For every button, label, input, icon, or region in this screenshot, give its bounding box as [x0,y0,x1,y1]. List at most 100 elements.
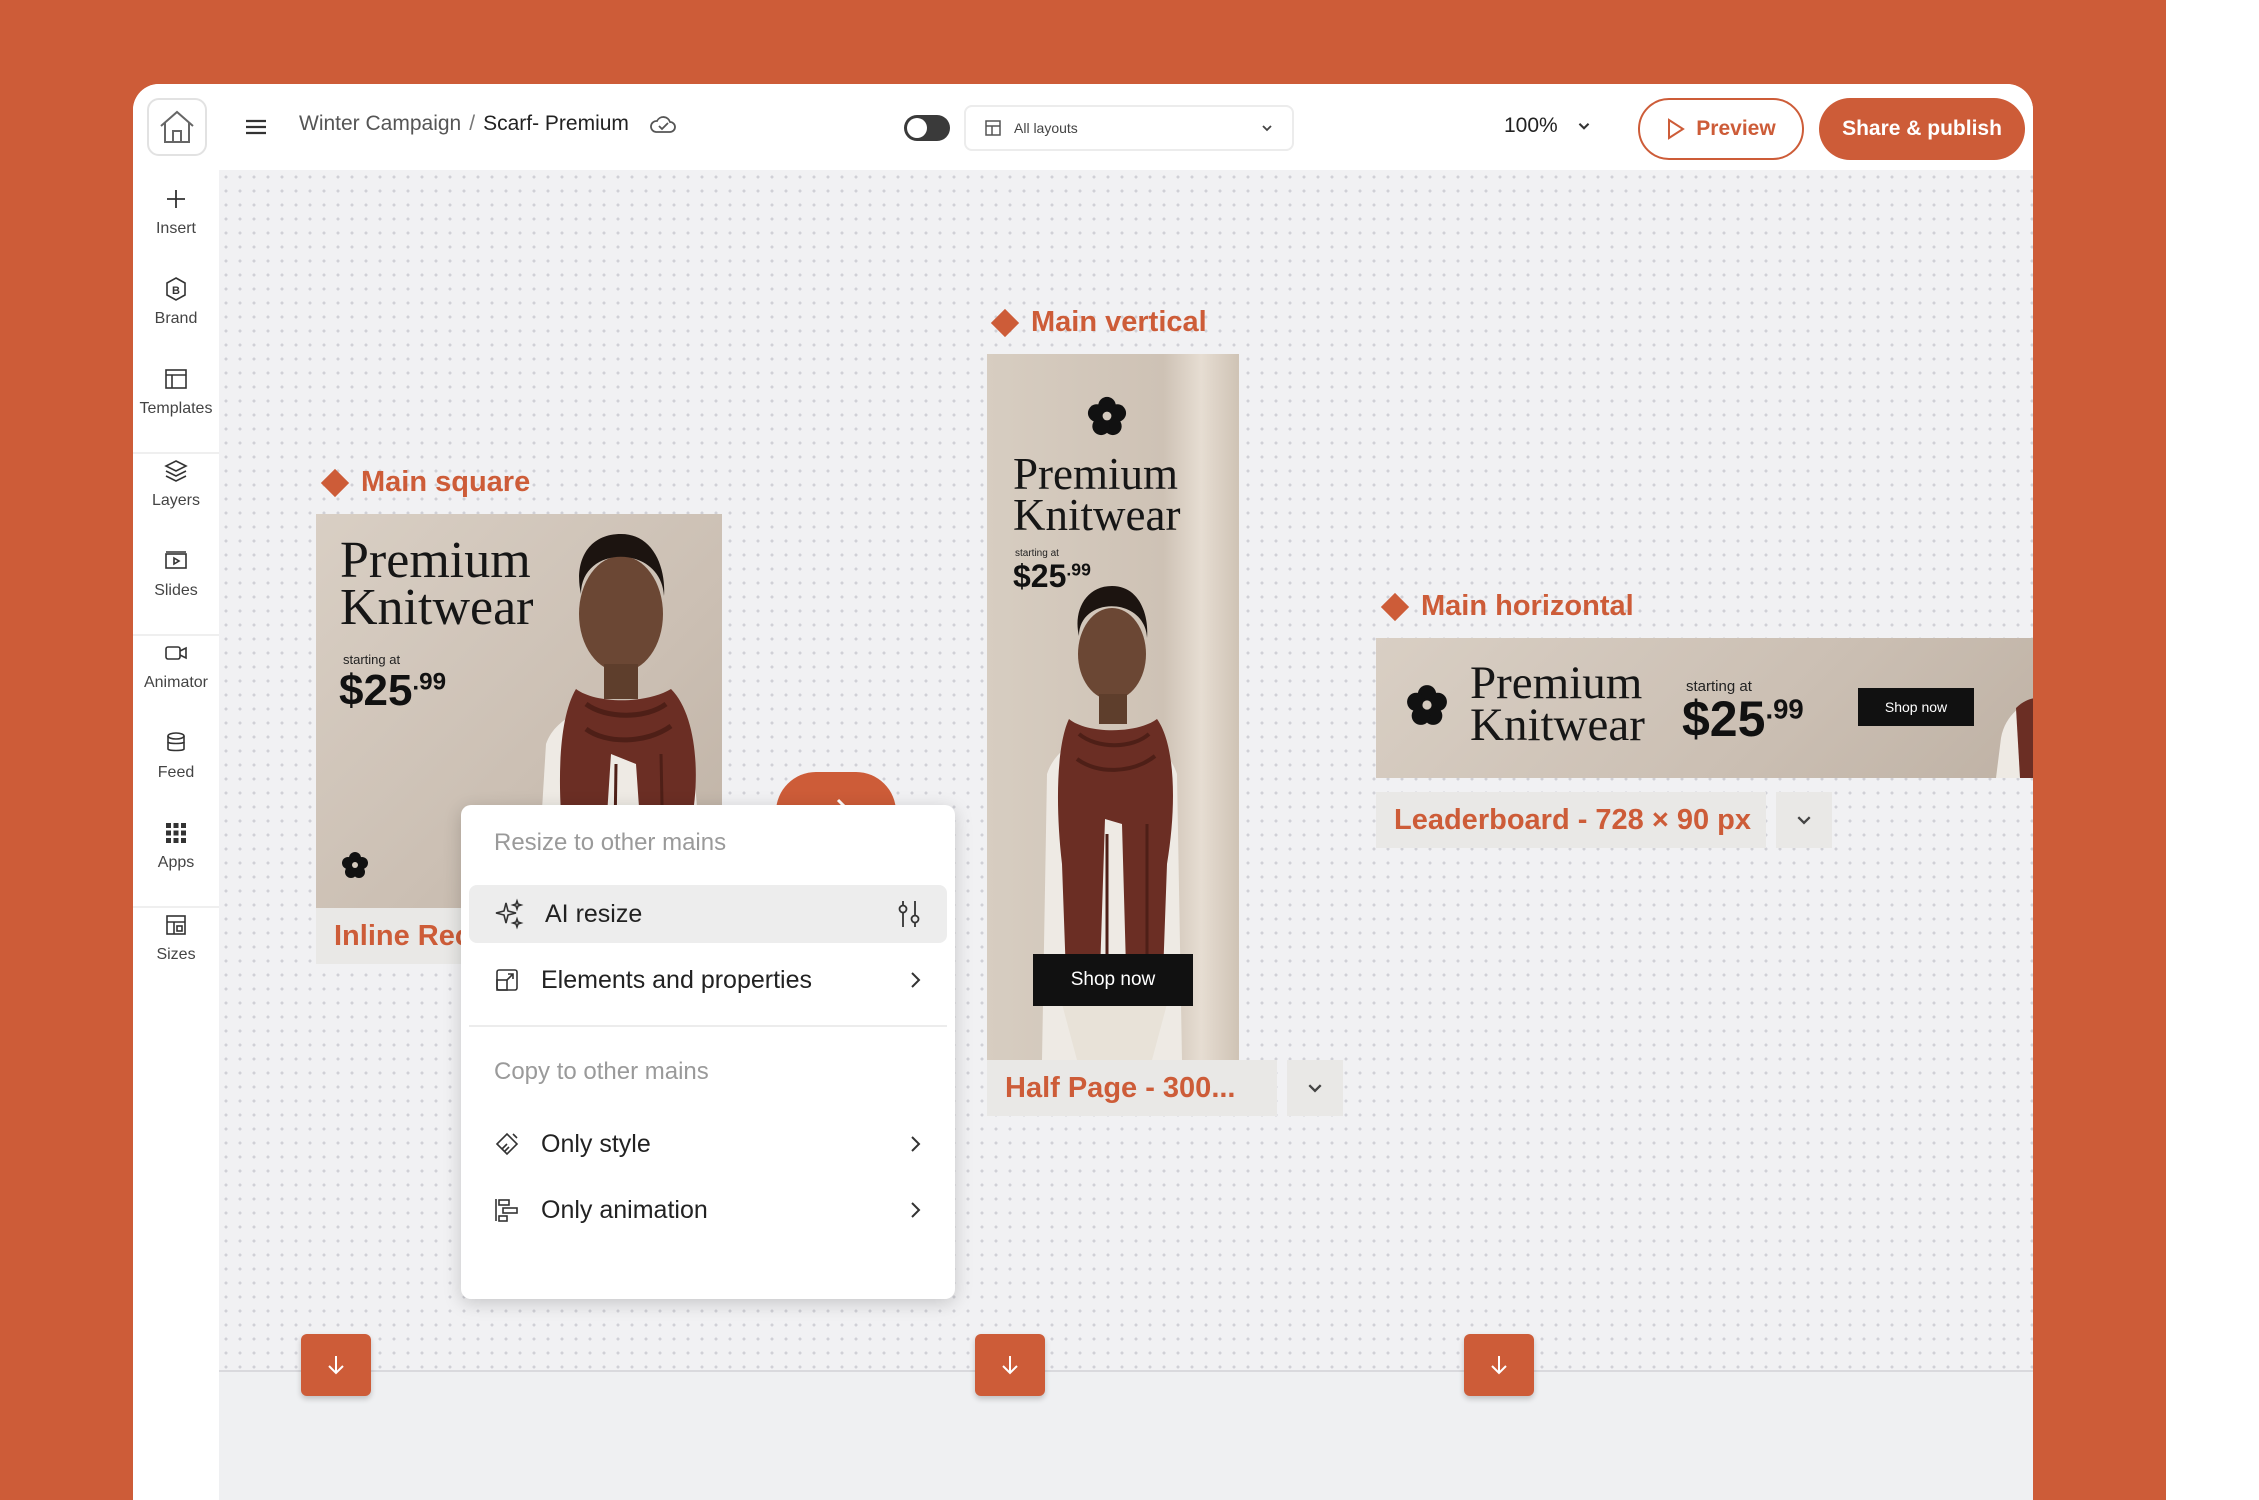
hamburger-menu-icon[interactable] [243,114,269,140]
chevron-down-icon [1797,816,1811,825]
main-vertical-label: Main vertical [1031,306,1207,338]
arrow-down-icon [328,1356,344,1375]
ai-resize-label: AI resize [545,899,643,928]
main-horizontal-label: Main horizontal [1421,590,1634,622]
menu-item-ai-resize[interactable]: AI resize [469,885,947,943]
sidebar-item-brand[interactable]: B Brand [133,276,219,328]
zoom-select[interactable]: 100% [1504,114,1592,138]
vertical-headline: Premium Knitwear [1013,449,1180,537]
brand-icon: B [166,277,186,301]
diamond-icon [990,308,1020,337]
vertical-expand-down-button[interactable] [975,1334,1045,1396]
horizontal-size-label[interactable]: Leaderboard - 728 × 90 px [1376,792,1766,848]
flower-logo-icon [1407,685,1447,725]
view-toggle[interactable] [904,115,950,141]
headline-line-2: Knitwear [1470,699,1645,752]
sidebar-item-label: Slides [154,582,198,599]
sidebar-item-sizes[interactable]: Sizes [133,912,219,964]
sidebar-divider [133,906,219,908]
sidebar-item-animator[interactable]: Animator [133,640,219,692]
brush-icon [495,1132,519,1156]
headline-line-1: Premium [1470,657,1643,709]
slides-icon [165,551,187,569]
main-square-title: Main square [320,466,531,499]
headline-line-1: Premium [340,532,531,589]
sliders-icon[interactable] [895,898,923,930]
vertical-shop-now-button[interactable]: Shop now [1033,954,1193,1006]
diamond-icon [1380,592,1410,621]
menu-heading-copy: Copy to other mains [494,1058,709,1085]
sidebar-item-slides[interactable]: Slides [133,548,219,600]
sidebar-item-feed[interactable]: Feed [133,730,219,782]
svg-text:B: B [172,285,180,297]
app-window: Winter Campaign / Scarf- Premium All lay… [133,84,2033,1500]
preview-button[interactable]: Preview [1638,98,1804,160]
menu-item-only-style[interactable]: Only style [469,1115,947,1173]
sidebar-item-templates[interactable]: Templates [133,366,219,418]
breadcrumb-current[interactable]: Scarf- Premium [483,112,629,136]
horizontal-size-dropdown[interactable] [1776,792,1832,848]
layout-grid-icon [985,120,1001,136]
main-horizontal-banner[interactable]: Premium Knitwear starting at $25.99 Shop… [1376,638,2033,778]
menu-item-elements-properties[interactable]: Elements and properties [469,951,947,1009]
canvas-timeline-area [219,1370,2033,1500]
sidebar-item-label: Templates [139,400,213,417]
top-bar: Winter Campaign / Scarf- Premium All lay… [133,84,2033,170]
square-expand-down-button[interactable] [301,1334,371,1396]
horizontal-price: $25.99 [1682,690,1804,748]
main-square-label: Main square [361,466,531,498]
sidebar-item-layers[interactable]: Layers [133,458,219,510]
sidebar-divider [133,452,219,454]
menu-heading-resize: Resize to other mains [494,829,727,856]
animator-icon [165,646,187,660]
arrow-down-icon [1491,1356,1507,1375]
timeline-icon [495,1199,518,1222]
headline-line-1: Premium [1013,449,1178,499]
plus-icon [167,190,185,208]
layers-icon [164,460,188,482]
preview-label: Preview [1696,117,1776,140]
design-canvas[interactable]: Main square Premium Knitwear starting at… [219,170,2033,1500]
sidebar-item-label: Sizes [156,946,196,963]
main-horizontal-title: Main horizontal [1380,590,1634,623]
vertical-size-label[interactable]: Half Page - 300... [987,1060,1277,1116]
main-vertical-banner[interactable]: Premium Knitwear starting at $25.99 Shop… [987,354,1239,1060]
breadcrumb: Winter Campaign / Scarf- Premium [299,112,677,136]
home-icon [160,110,194,143]
flower-logo-icon [1087,396,1127,436]
resize-context-menu: Resize to other mains AI resize Elements… [461,805,955,1299]
cloud-saved-icon [650,116,676,133]
horizontal-shop-now-button[interactable]: Shop now [1858,688,1974,726]
square-headline: Premium Knitwear [340,532,534,636]
starting-at-label: starting at [343,652,401,667]
breadcrumb-campaign[interactable]: Winter Campaign [299,112,461,136]
sidebar-divider [133,634,219,636]
feed-icon [167,732,185,752]
templates-icon [165,369,187,389]
chevron-down-icon [1262,125,1272,132]
layout-select-value: All layouts [1014,120,1078,136]
home-button[interactable] [147,98,207,156]
sizes-icon [166,915,186,935]
sidebar-item-apps[interactable]: Apps [133,820,219,872]
chevron-right-icon [911,1136,921,1152]
price-dollars: $25 [339,666,413,715]
price-cents: .99 [412,668,447,696]
share-publish-button[interactable]: Share & publish [1819,98,2025,160]
layout-select[interactable]: All layouts [964,105,1294,151]
only-animation-label: Only animation [541,1195,708,1224]
horizontal-expand-down-button[interactable] [1464,1334,1534,1396]
chevron-down-icon [1578,122,1590,130]
square-price: $25.99 [339,666,446,716]
chevron-down-icon [1308,1084,1322,1093]
breadcrumb-separator: / [469,112,476,135]
sidebar-item-label: Feed [157,764,195,781]
sidebar-item-insert[interactable]: Insert [133,186,219,238]
sidebar-item-label: Insert [155,220,196,237]
apps-icon [166,823,186,843]
elements-properties-label: Elements and properties [541,965,812,994]
menu-item-only-animation[interactable]: Only animation [469,1181,947,1239]
sidebar-item-label: Brand [154,310,198,327]
headline-line-2: Knitwear [340,578,534,636]
vertical-size-dropdown[interactable] [1287,1060,1343,1116]
